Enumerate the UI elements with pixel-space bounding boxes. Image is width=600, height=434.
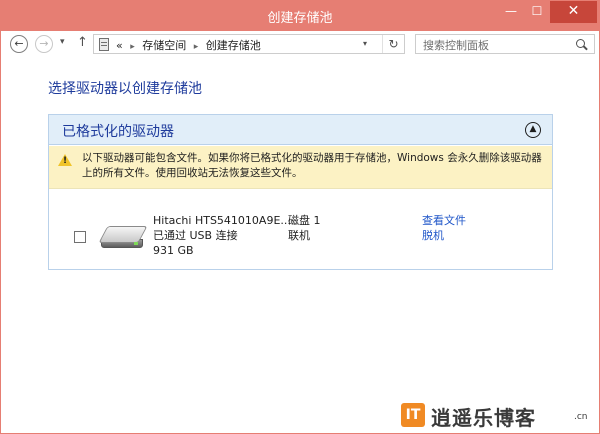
maximize-button[interactable]: ☐: [524, 1, 550, 23]
window: 创建存储池 — ☐ ✕ ← → ▾ ↑ « ▸ 存储空间 ▸ 创建存储池 ▾ ↻…: [0, 0, 600, 434]
watermark-text: 逍遥乐博客: [431, 406, 536, 430]
watermark: IT 逍遥乐博客 .cn: [401, 399, 597, 431]
hard-drive-icon: [98, 224, 148, 252]
warning-icon-mark: !: [63, 156, 68, 166]
breadcrumb-storage-spaces[interactable]: 存储空间: [142, 39, 186, 52]
breadcrumb-separator-icon[interactable]: ▸: [130, 42, 135, 52]
breadcrumb-separator-icon[interactable]: ▸: [194, 42, 199, 52]
watermark-suffix: .cn: [574, 412, 588, 422]
breadcrumb-overflow-icon[interactable]: «: [116, 39, 123, 52]
panel-title: 已格式化的驱动器: [62, 124, 174, 140]
drive-row: Hitachi HTS541010A9E... 已通过 USB 连接 931 G…: [49, 190, 552, 269]
back-button[interactable]: ←: [10, 35, 28, 53]
drive-name: Hitachi HTS541010A9E...: [153, 214, 291, 227]
search-box[interactable]: 搜索控制面板: [415, 34, 595, 54]
drive-checkbox[interactable]: [74, 231, 86, 243]
address-bar[interactable]: « ▸ 存储空间 ▸ 创建存储池 ▾ ↻: [93, 34, 405, 54]
view-files-link[interactable]: 查看文件: [422, 213, 466, 228]
collapse-icon[interactable]: ▲: [525, 122, 541, 138]
warning-banner: ! 以下驱动器可能包含文件。如果你将已格式化的驱动器用于存储池，Windows …: [49, 146, 552, 189]
warning-text: 以下驱动器可能包含文件。如果你将已格式化的驱动器用于存储池，Windows 会永…: [82, 152, 542, 179]
title-bar: 创建存储池 — ☐ ✕: [1, 1, 599, 31]
navigation-bar: ← → ▾ ↑ « ▸ 存储空间 ▸ 创建存储池 ▾ ↻ 搜索控制面板: [1, 31, 599, 57]
address-dropdown-icon[interactable]: ▾: [363, 39, 367, 48]
offline-link[interactable]: 脱机: [422, 228, 444, 243]
breadcrumb: « ▸ 存储空间 ▸ 创建存储池: [116, 37, 261, 53]
watermark-logo: IT: [401, 403, 425, 427]
drive-status: 联机: [288, 229, 310, 242]
recent-locations-dropdown-icon[interactable]: ▾: [60, 37, 65, 47]
refresh-button[interactable]: ↻: [382, 35, 404, 53]
breadcrumb-create-pool[interactable]: 创建存储池: [206, 39, 261, 52]
drive-size: 931 GB: [153, 244, 194, 257]
formatted-drives-panel: 已格式化的驱动器 ▲ ! 以下驱动器可能包含文件。如果你将已格式化的驱动器用于存…: [48, 114, 553, 270]
search-icon[interactable]: [576, 39, 585, 48]
search-placeholder: 搜索控制面板: [423, 39, 489, 52]
minimize-button[interactable]: —: [498, 1, 524, 23]
up-arrow-button[interactable]: ↑: [77, 35, 88, 50]
panel-header[interactable]: 已格式化的驱动器 ▲: [49, 115, 552, 145]
page-title: 选择驱动器以创建存储池: [48, 81, 202, 97]
close-button[interactable]: ✕: [550, 1, 597, 23]
drive-connection: 已通过 USB 连接: [153, 229, 238, 242]
drive-disk-number: 磁盘 1: [288, 214, 321, 227]
control-panel-icon: [99, 38, 109, 51]
forward-button[interactable]: →: [35, 35, 53, 53]
